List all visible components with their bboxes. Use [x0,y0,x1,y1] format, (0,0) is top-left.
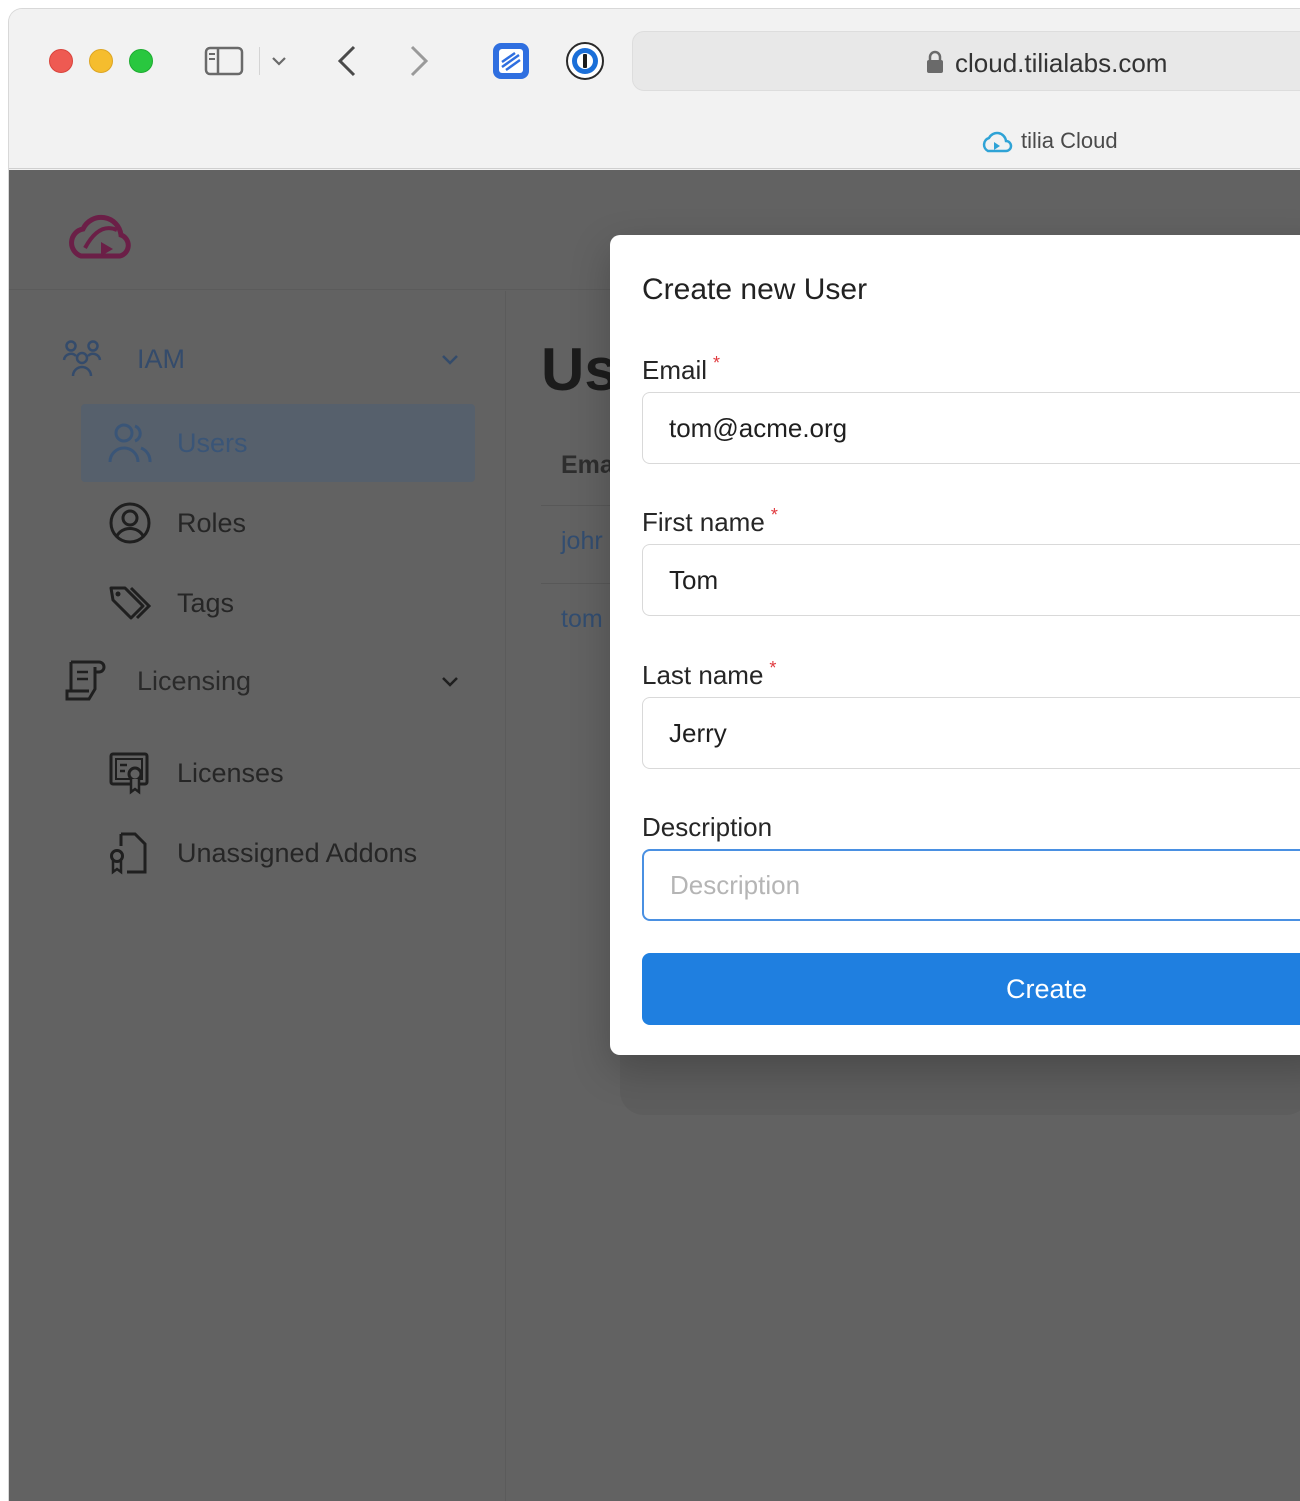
create-button[interactable]: Create [642,953,1300,1025]
sidebar-item-label: Unassigned Addons [177,837,418,868]
toolbar-divider [259,47,260,75]
description-field[interactable] [642,849,1300,921]
certificate-icon [107,750,153,796]
table-column-header[interactable]: Ema [561,451,614,480]
sidebar-item-label: Tags [177,587,235,618]
last-name-label: Last name * [642,658,777,691]
email-field[interactable] [642,392,1300,464]
description-label: Description [642,812,772,843]
sidebar-item-label: Licenses [177,757,284,788]
addon-document-icon [107,830,153,876]
chevron-down-icon[interactable] [267,47,291,75]
sidebar-item-label: Users [177,427,248,458]
password-manager-icon[interactable] [563,39,607,83]
browser-toolbar: cloud.tilialabs.com tilia Cloud [9,9,1300,169]
last-name-field[interactable] [642,697,1300,769]
first-name-label: First name * [642,505,778,538]
notes-extension-icon[interactable] [489,39,533,83]
close-window-button[interactable] [49,49,73,73]
table-row[interactable]: johr [561,527,603,556]
sidebar-group-label: IAM [137,343,186,374]
sidebar-item-label: Roles [177,507,247,538]
modal-title: Create new User [642,273,868,306]
tab-title[interactable]: tilia Cloud [1021,128,1118,154]
url-text: cloud.tilialabs.com [955,48,1168,78]
tab-bar: tilia Cloud [9,109,1300,169]
last-name-label-text: Last name [642,660,764,690]
chevron-down-icon[interactable] [439,348,461,370]
lock-icon [925,50,947,74]
create-user-modal: Create new User Email* First name* Last … [610,235,1300,1055]
minimize-window-button[interactable] [89,49,113,73]
forward-arrow-icon[interactable] [403,41,435,81]
user-circle-icon [107,500,153,546]
license-scroll-icon [61,658,107,704]
table-row[interactable]: tom [561,605,603,634]
users-icon [107,420,153,466]
sidebar-item-unassigned-addons[interactable]: Unassigned Addons [81,814,475,892]
first-name-field[interactable] [642,544,1300,616]
page-title: Us [541,336,618,403]
sidebar-item-users[interactable]: Users [81,404,475,482]
sidebar-item-tags[interactable]: Tags [81,564,475,642]
required-marker: * [713,353,721,373]
sidebar-toggle-icon[interactable] [202,43,246,79]
sidebar-group-licensing[interactable]: Licensing [61,653,461,709]
sidebar-group-label: Licensing [137,665,252,696]
sidebar-group-iam[interactable]: IAM [61,331,461,387]
email-label: Email * [642,353,721,386]
tags-icon [107,580,153,626]
required-marker: * [770,505,778,525]
sidebar: IAM Users Roles Tags Licensing Licenses … [9,291,506,1501]
required-marker: * [769,658,777,678]
back-arrow-icon[interactable] [331,41,363,81]
address-bar[interactable]: cloud.tilialabs.com [632,31,1300,91]
zoom-window-button[interactable] [129,49,153,73]
first-name-label-text: First name [642,507,765,537]
sidebar-item-roles[interactable]: Roles [81,484,475,562]
tilia-cloud-logo-icon[interactable] [59,200,143,264]
email-label-text: Email [642,355,708,385]
description-label-text: Description [642,812,773,842]
chevron-down-icon[interactable] [439,670,461,692]
sidebar-item-licenses[interactable]: Licenses [81,734,475,812]
cloud-favicon-icon [979,129,1013,157]
users-group-icon [61,336,107,382]
